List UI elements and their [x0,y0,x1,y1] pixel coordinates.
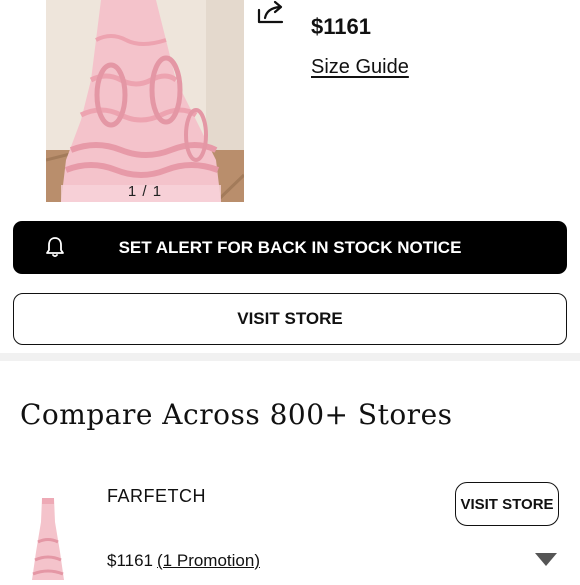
offer-visit-store-button[interactable]: VISIT STORE [455,482,559,526]
visit-store-label: VISIT STORE [237,309,343,328]
offer-price-row: $1161 (1 Promotion) [107,551,260,571]
promotion-link[interactable]: (1 Promotion) [157,551,260,570]
section-divider [0,353,580,361]
compare-section-title: Compare Across 800+ Stores [20,398,453,431]
offer-visit-store-label: VISIT STORE [460,495,554,513]
offer-store-name[interactable]: FARFETCH [107,486,206,507]
size-guide-link[interactable]: Size Guide [311,56,409,79]
bell-icon [45,236,65,258]
triangle-down-icon[interactable] [535,553,557,566]
set-alert-label: SET ALERT FOR BACK IN STOCK NOTICE [118,237,462,257]
visit-store-button[interactable]: VISIT STORE [13,293,567,345]
set-alert-button[interactable]: SET ALERT FOR BACK IN STOCK NOTICE [13,221,567,274]
product-image[interactable]: 1 / 1 [46,0,244,202]
image-pager: 1 / 1 [127,183,163,200]
share-icon[interactable] [254,0,288,26]
offer-thumbnail[interactable] [30,492,66,580]
gown-illustration [46,0,244,202]
offer-price: $1161 [107,551,154,570]
product-price: $1161 [311,14,371,39]
